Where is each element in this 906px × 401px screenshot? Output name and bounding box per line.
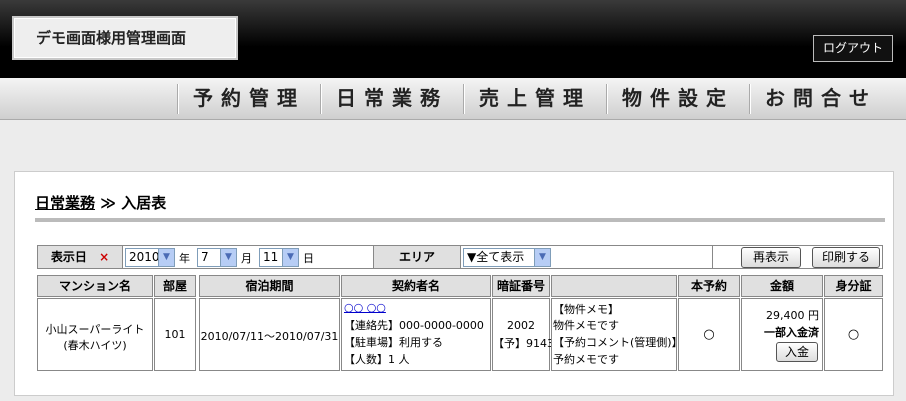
id-mark: ○ <box>847 327 860 342</box>
date-select-cell: 2010 ▼ 年 7 ▼ 月 11 ▼ 日 <box>122 245 374 269</box>
pin-reserve: 【予】9143 <box>493 337 554 350</box>
header-bar: デモ画面様用管理画面 ログアウト <box>0 0 906 78</box>
logout-button[interactable]: ログアウト <box>813 35 893 62</box>
header-amount: 金額 <box>741 275 823 297</box>
title-rule <box>35 218 885 222</box>
area-label: エリア <box>373 245 461 269</box>
header-mansion: マンション名 <box>37 275 153 297</box>
table-row-id: ○ <box>824 298 883 371</box>
area-select-cell: ▼全て表示 ▼ <box>460 245 713 269</box>
required-mark: × <box>99 250 110 264</box>
nav-item-property-settings[interactable]: 物件設定 <box>607 78 749 119</box>
contractor-name-link[interactable]: ○○ ○○ <box>344 301 386 314</box>
comment-title: 【予約コメント(管理側)】 <box>553 336 683 349</box>
table-row-amount: 29,400 円 一部入金済 入金 <box>741 298 823 371</box>
header-booking: 本予約 <box>678 275 740 297</box>
year-unit: 年 <box>179 252 190 265</box>
deposit-button[interactable]: 入金 <box>776 342 818 362</box>
stay-period: 2010/07/11～2010/07/31 <box>200 330 339 343</box>
parking-info: 【駐車場】利用する <box>344 336 443 349</box>
chevron-down-icon: ▼ <box>220 249 236 266</box>
date-label-cell: 表示日 × <box>37 245 123 269</box>
mansion-name: 小山スーパーライト <box>45 323 145 336</box>
header-period: 宿泊期間 <box>199 275 340 297</box>
header-memo <box>551 275 677 297</box>
table-row-pin: 2002 【予】9143 <box>492 298 554 371</box>
breadcrumb: 日常業務 ≫ 入居表 <box>35 192 166 213</box>
date-label: 表示日 <box>50 250 87 264</box>
header-id: 身分証 <box>824 275 883 297</box>
nav-item-sales[interactable]: 売上管理 <box>464 78 606 119</box>
action-cell: 再表示 印刷する <box>712 245 883 269</box>
content-panel: 日常業務 ≫ 入居表 表示日 × 2010 ▼ 年 7 ▼ 月 11 ▼ 日 エリア … <box>14 171 894 396</box>
month-unit: 月 <box>241 252 252 265</box>
month-select[interactable]: 7 ▼ <box>197 248 237 267</box>
table-row-memo: 【物件メモ】 物件メモです 【予約コメント(管理側)】 予約メモです <box>551 298 683 371</box>
header-contractor: 契約者名 <box>341 275 491 297</box>
chevron-down-icon: ▼ <box>534 249 550 266</box>
page-title: 入居表 <box>121 194 167 212</box>
room-number: 101 <box>164 328 186 341</box>
area-select[interactable]: ▼全て表示 ▼ <box>463 248 551 267</box>
main-nav: 予約管理 日常業務 売上管理 物件設定 お問合せ <box>0 78 906 120</box>
nav-item-reservations[interactable]: 予約管理 <box>178 78 320 119</box>
header-room: 部屋 <box>154 275 196 297</box>
amount-value: 29,400 円 <box>766 309 819 322</box>
breadcrumb-parent-link[interactable]: 日常業務 <box>35 194 95 212</box>
print-button[interactable]: 印刷する <box>812 247 880 268</box>
header-pin: 暗証番号 <box>492 275 550 297</box>
memo-title: 【物件メモ】 <box>553 303 619 316</box>
mansion-alias: (春木ハイツ) <box>63 339 127 352</box>
refresh-button[interactable]: 再表示 <box>741 247 801 268</box>
app-title: デモ画面様用管理画面 <box>12 16 238 60</box>
day-unit: 日 <box>303 252 314 265</box>
breadcrumb-separator: ≫ <box>100 194 116 212</box>
table-row-booking: ○ <box>678 298 740 371</box>
payment-status: 一部入金済 <box>764 326 819 339</box>
table-row-room: 101 <box>154 298 196 371</box>
table-row-period: 2010/07/11～2010/07/31 <box>199 298 340 371</box>
chevron-down-icon: ▼ <box>282 249 298 266</box>
nav-item-contact[interactable]: お問合せ <box>750 78 892 119</box>
people-count: 【人数】1 人 <box>344 353 410 366</box>
comment-text: 予約メモです <box>553 353 619 366</box>
day-select[interactable]: 11 ▼ <box>259 248 299 267</box>
contact-info: 【連絡先】000-0000-0000 <box>344 319 484 332</box>
year-select[interactable]: 2010 ▼ <box>125 248 175 267</box>
memo-text: 物件メモです <box>553 319 619 332</box>
table-row-mansion: 小山スーパーライト (春木ハイツ) <box>37 298 153 371</box>
nav-item-daily-work[interactable]: 日常業務 <box>321 78 463 119</box>
pin-code: 2002 <box>507 319 535 332</box>
table-row-contractor: ○○ ○○ 【連絡先】000-0000-0000 【駐車場】利用する 【人数】1… <box>341 298 491 371</box>
booking-mark: ○ <box>703 327 715 342</box>
chevron-down-icon: ▼ <box>158 249 174 266</box>
